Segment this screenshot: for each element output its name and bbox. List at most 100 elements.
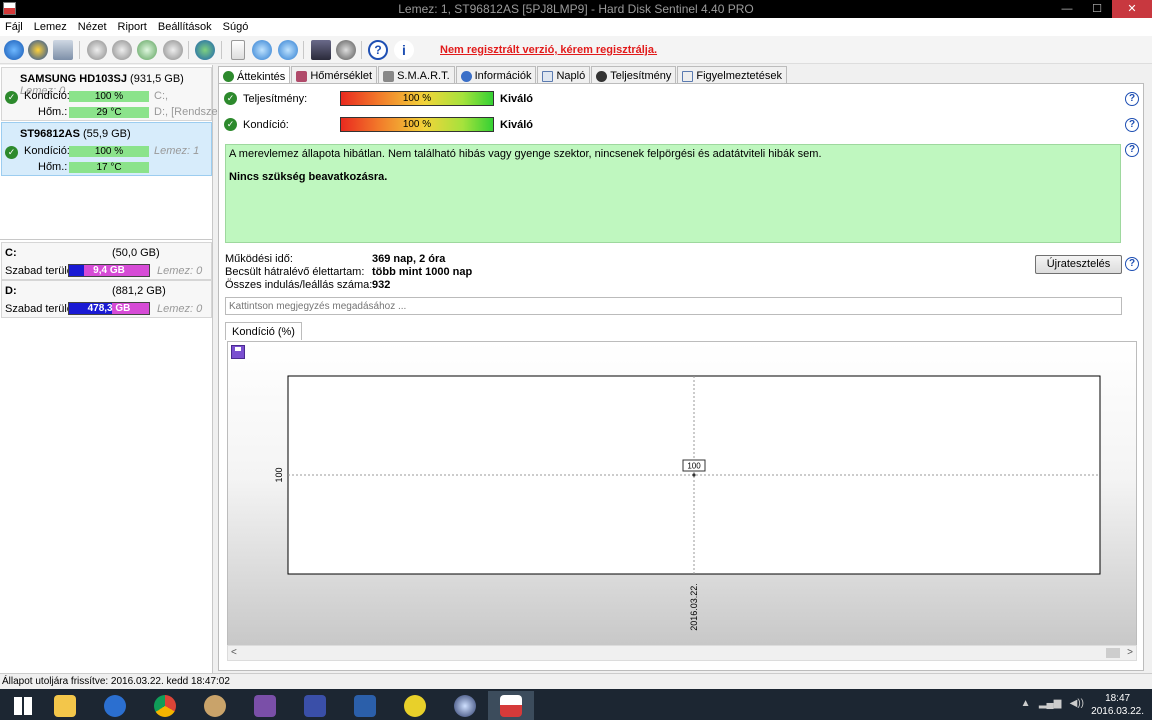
windows-logo-icon	[14, 696, 32, 715]
performance-label: Teljesítmény:	[243, 93, 308, 105]
system-tray[interactable]: ▲ ▂▄▆ ◀))	[1021, 698, 1084, 709]
chart-tab-condition[interactable]: Kondíció (%)	[225, 322, 302, 340]
monitor-icon[interactable]	[311, 40, 331, 60]
start-button[interactable]	[0, 691, 46, 720]
help-icon[interactable]: ?	[1125, 92, 1139, 106]
alert-icon[interactable]	[28, 40, 48, 60]
clock[interactable]: 18:47 2016.03.22.	[1091, 692, 1144, 718]
tab-overview[interactable]: Áttekintés	[218, 66, 291, 84]
taskbar-word[interactable]	[342, 691, 388, 720]
check-icon	[223, 71, 234, 82]
tab-smart[interactable]: S.M.A.R.T.	[378, 66, 455, 83]
surface-test-icon[interactable]	[112, 40, 132, 60]
maximize-button[interactable]: ☐	[1082, 0, 1112, 18]
short-test-icon[interactable]	[137, 40, 157, 60]
help-icon[interactable]: ?	[1125, 118, 1139, 132]
taskbar-save-app[interactable]	[292, 691, 338, 720]
speaker-icon[interactable]	[336, 40, 356, 60]
tab-alerts[interactable]: Figyelmeztetések	[677, 66, 787, 83]
free-space-bar: 478,3 GB	[68, 302, 150, 315]
unregistered-link[interactable]: Nem regisztrált verzió, kérem regisztrál…	[440, 44, 657, 56]
taskbar-visual-studio[interactable]	[242, 691, 288, 720]
start-stop-value: 932	[372, 279, 391, 291]
condition-label: Kondíció:	[24, 145, 70, 157]
menu-disk[interactable]: Lemez	[29, 18, 73, 36]
send-report-icon[interactable]	[278, 40, 298, 60]
info-icon[interactable]: i	[394, 40, 414, 60]
disk-entry-1[interactable]: ST96812AS (55,9 GB) ✓ Kondíció: 100 % Le…	[1, 122, 212, 176]
refresh-icon[interactable]	[4, 40, 24, 60]
partition-list: C:,	[154, 90, 169, 102]
data-point	[692, 473, 696, 477]
sync-icon[interactable]	[252, 40, 272, 60]
retest-button[interactable]: Újratesztelés	[1035, 255, 1122, 274]
scroll-right-icon[interactable]: >	[1127, 647, 1133, 658]
help-icon[interactable]: ?	[368, 40, 388, 60]
partition-size: (881,2 GB)	[112, 285, 166, 297]
menu-settings[interactable]: Beállítások	[153, 18, 218, 36]
info-icon	[460, 70, 472, 82]
taskbar-explorer[interactable]	[42, 691, 88, 720]
menu-report[interactable]: Riport	[113, 18, 153, 36]
close-button[interactable]: ✕	[1112, 0, 1152, 18]
visual-studio-icon	[254, 694, 276, 717]
globe-icon[interactable]	[195, 40, 215, 60]
menu-file[interactable]: Fájl	[0, 18, 29, 36]
partition-entry-c[interactable]: C: (50,0 GB) Szabad terület 9,4 GB Lemez…	[1, 242, 212, 280]
taskbar-app-paint[interactable]	[192, 691, 238, 720]
report-icon[interactable]	[231, 40, 245, 60]
tab-temperature[interactable]: Hőmérséklet	[291, 66, 378, 83]
scroll-thumb[interactable]	[1106, 648, 1120, 658]
disk-note: Lemez: 1	[154, 145, 200, 157]
condition-chart: 100 100 2016.03.22.	[274, 375, 1101, 631]
floppy-icon	[304, 694, 326, 717]
disk-model: SAMSUNG HD103SJ	[20, 73, 127, 85]
disk-info-icon[interactable]	[53, 40, 73, 60]
disk-list-pane: SAMSUNG HD103SJ (931,5 GB) Lemez: 0 ✓ Ko…	[0, 65, 221, 673]
chart-horizontal-scrollbar[interactable]: < >	[227, 645, 1137, 661]
condition-label: Kondíció:	[243, 119, 289, 131]
help-icon[interactable]: ?	[1125, 143, 1139, 157]
ok-check-icon: ✓	[224, 118, 237, 131]
condition-chart-area: 100 100 2016.03.22.	[227, 341, 1137, 646]
taskbar-app-sphere[interactable]	[442, 691, 488, 720]
taskbar: ▲ ▂▄▆ ◀)) 18:47 2016.03.22.	[0, 689, 1152, 720]
overview-panel: ✓ Teljesítmény: 100 % Kiváló ✓ Kondíció:…	[218, 83, 1144, 671]
status-text: A merevlemez állapota hibátlan. Nem talá…	[229, 148, 822, 160]
condition-bar: 100 %	[69, 91, 149, 102]
menu-help[interactable]: Súgó	[218, 18, 255, 36]
help-icon[interactable]: ?	[1125, 257, 1139, 271]
disk-entry-0[interactable]: SAMSUNG HD103SJ (931,5 GB) Lemez: 0 ✓ Ko…	[1, 67, 221, 121]
menu-view[interactable]: Nézet	[73, 18, 113, 36]
disk-model: ST96812AS	[20, 128, 80, 140]
tab-information[interactable]: Információk	[455, 66, 537, 83]
taskbar-chrome[interactable]	[142, 691, 188, 720]
ok-check-icon: ✓	[224, 92, 237, 105]
condition-rating: Kiváló	[500, 119, 534, 131]
taskbar-app-1[interactable]	[92, 691, 138, 720]
partition-list: D:, [Rendszer	[154, 106, 222, 118]
toolbar: ? i Nem regisztrált verzió, kérem regisz…	[0, 36, 1152, 64]
condition-bar: 100 %	[340, 117, 494, 132]
note-input[interactable]	[225, 297, 1122, 315]
temperature-bar: 29 °C	[69, 107, 149, 118]
y-tick-label: 100	[274, 467, 284, 482]
window-title: Lemez: 1, ST96812AS [5PJ8LMP9] - Hard Di…	[398, 2, 754, 16]
extended-test-icon[interactable]	[163, 40, 183, 60]
test-icon[interactable]	[87, 40, 107, 60]
scroll-left-icon[interactable]: <	[231, 647, 237, 658]
remaining-life-label: Becsült hátralévő élettartam:	[225, 266, 365, 278]
minimize-button[interactable]: —	[1052, 0, 1082, 18]
condition-row: ✓ Kondíció: 100 % Kiváló	[224, 117, 624, 133]
partition-entry-d[interactable]: D: (881,2 GB) Szabad terület 478,3 GB Le…	[1, 280, 212, 318]
disk-size: (931,5 GB)	[130, 73, 184, 85]
tab-log[interactable]: Napló	[537, 66, 591, 83]
taskbar-hard-disk-sentinel[interactable]	[488, 691, 534, 720]
menu-bar: Fájl Lemez Nézet Riport Beállítások Súgó	[0, 18, 1152, 36]
palette-icon	[204, 694, 226, 717]
taskbar-app-norton[interactable]	[392, 691, 438, 720]
performance-row: ✓ Teljesítmény: 100 % Kiváló	[224, 91, 624, 107]
shield-icon	[404, 694, 426, 717]
partition-size: (50,0 GB)	[112, 247, 160, 259]
tab-performance[interactable]: Teljesítmény	[591, 66, 677, 83]
